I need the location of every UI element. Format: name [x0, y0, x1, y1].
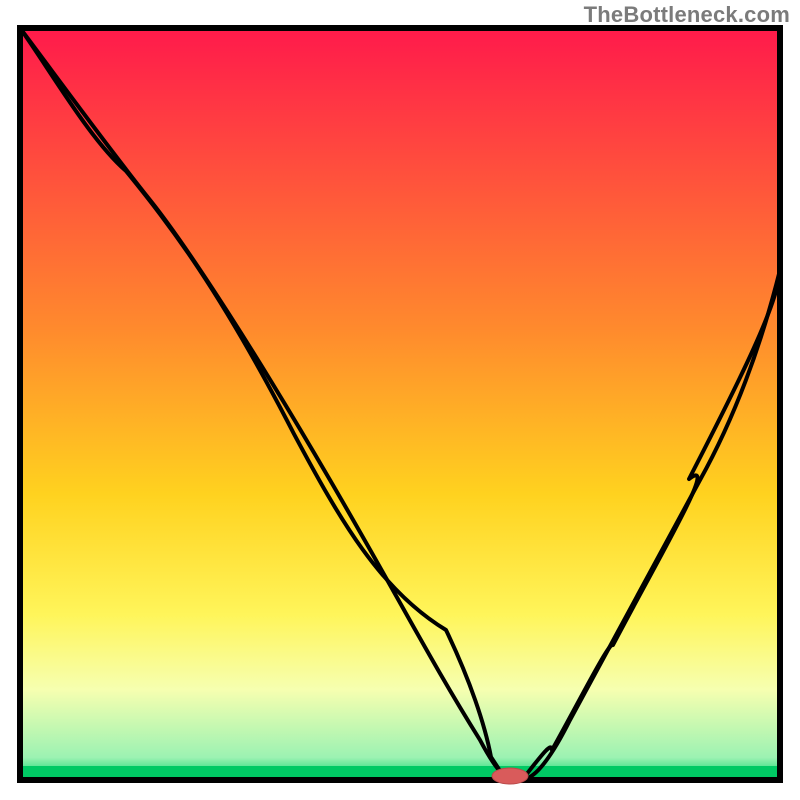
optimal-point-marker	[492, 768, 528, 784]
chart-container: TheBottleneck.com	[0, 0, 800, 800]
watermark-text: TheBottleneck.com	[584, 2, 790, 28]
plot-area	[20, 28, 780, 780]
green-baseline-band	[23, 766, 777, 777]
chart-svg	[0, 0, 800, 800]
gradient-background	[20, 28, 780, 780]
